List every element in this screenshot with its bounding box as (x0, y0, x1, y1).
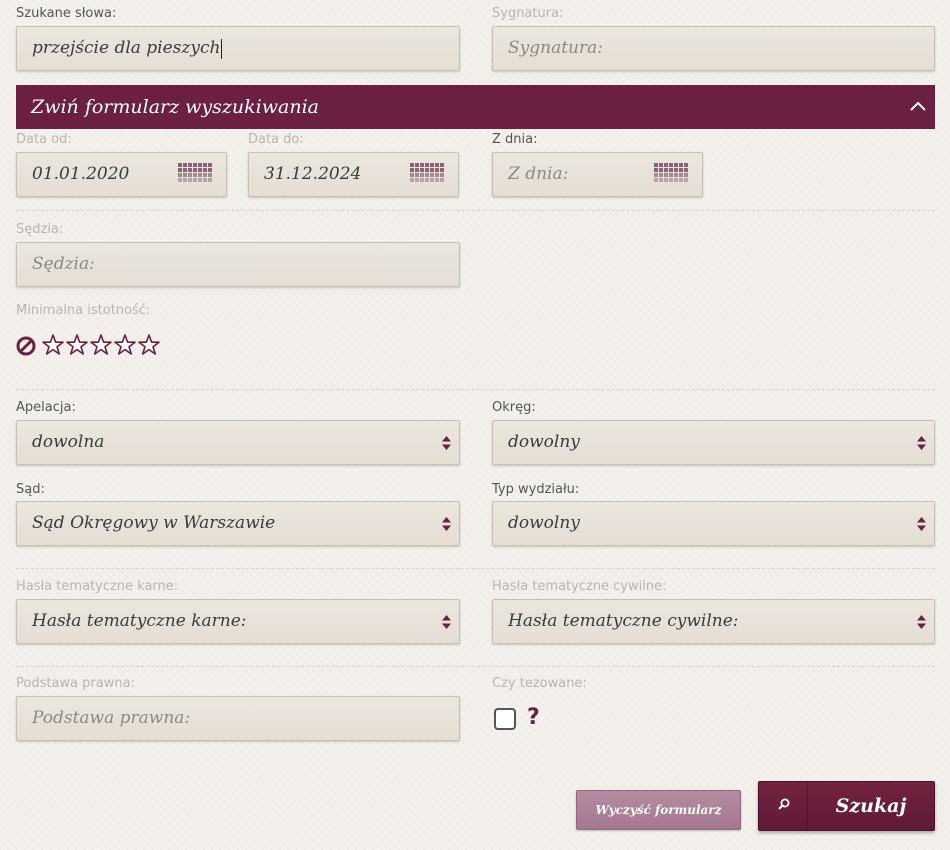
relevance-label: Minimalna istotność: (16, 303, 151, 318)
calendar-icon[interactable] (410, 163, 446, 187)
help-icon[interactable]: ? (527, 704, 540, 732)
chevron-up-icon[interactable] (909, 99, 927, 113)
signature-placeholder: Sygnatura: (508, 38, 603, 58)
date-to-value: 31.12.2024 (264, 164, 362, 184)
court-label: Sąd: (16, 482, 45, 497)
calendar-icon[interactable] (178, 163, 214, 187)
district-select[interactable]: dowolny (492, 420, 935, 465)
search-button[interactable]: Szukaj (758, 781, 935, 831)
select-arrows-icon (442, 615, 451, 629)
criminal-topics-select-value: Hasła tematyczne karne: (32, 611, 247, 631)
section-divider (16, 568, 935, 569)
legal-basis-placeholder: Podstawa prawna: (32, 708, 191, 728)
calendar-icon[interactable] (654, 163, 690, 187)
division-type-label: Typ wydziału: (492, 482, 580, 497)
select-arrows-icon (917, 615, 926, 629)
select-arrows-icon (442, 517, 451, 531)
date-day-input[interactable]: Z dnia: (492, 152, 703, 197)
section-divider (16, 666, 935, 667)
select-arrows-icon (442, 436, 451, 450)
date-from-input[interactable]: 01.01.2020 (16, 152, 227, 197)
civil-topics-select-value: Hasła tematyczne cywilne: (508, 611, 739, 631)
court-select-value: Sąd Okręgowy w Warszawie (32, 513, 276, 533)
select-arrows-icon (917, 517, 926, 531)
star-outline-icon[interactable] (113, 333, 137, 357)
appeal-select-value: dowolna (32, 432, 105, 452)
keywords-input-value: przejście dla pieszych (32, 38, 221, 58)
district-select-value: dowolny (508, 432, 580, 452)
clear-form-button[interactable]: Wyczyść formularz (576, 790, 741, 830)
search-button-label: Szukaj (835, 795, 907, 817)
signature-label: Sygnatura: (492, 6, 564, 21)
section-divider (16, 210, 935, 211)
date-from-label: Data od: (16, 132, 72, 147)
date-day-placeholder: Z dnia: (508, 164, 569, 184)
date-to-input[interactable]: 31.12.2024 (248, 152, 459, 197)
theses-label: Czy tezowane: (492, 676, 587, 691)
legal-basis-input[interactable]: Podstawa prawna: (16, 696, 460, 741)
civil-topics-select[interactable]: Hasła tematyczne cywilne: (492, 599, 935, 644)
keywords-input[interactable]: przejście dla pieszych (16, 26, 460, 71)
civil-topics-label: Hasła tematyczne cywilne: (492, 579, 667, 594)
text-caret (221, 38, 223, 59)
star-outline-icon[interactable] (89, 333, 113, 357)
judge-label: Sędzia: (16, 222, 64, 237)
judge-input[interactable]: Sędzia: (16, 242, 460, 287)
search-icon (778, 798, 790, 810)
district-label: Okręg: (492, 400, 536, 415)
theses-checkbox[interactable] (494, 708, 516, 730)
select-arrows-icon (917, 436, 926, 450)
date-to-label: Data do: (248, 132, 304, 147)
criminal-topics-select[interactable]: Hasła tematyczne karne: (16, 599, 460, 644)
division-type-select[interactable]: dowolny (492, 501, 935, 546)
appeal-label: Apelacja: (16, 400, 76, 415)
division-type-select-value: dowolny (508, 513, 580, 533)
no-entry-icon[interactable] (16, 333, 38, 361)
section-divider (16, 389, 935, 390)
legal-basis-label: Podstawa prawna: (16, 676, 135, 691)
star-outline-icon[interactable] (41, 333, 65, 357)
star-outline-icon[interactable] (137, 333, 161, 357)
court-select[interactable]: Sąd Okręgowy w Warszawie (16, 501, 460, 546)
judge-placeholder: Sędzia: (32, 254, 95, 274)
criminal-topics-label: Hasła tematyczne karne: (16, 579, 179, 594)
appeal-select[interactable]: dowolna (16, 420, 460, 465)
date-from-value: 01.01.2020 (32, 164, 130, 184)
date-day-label: Z dnia: (492, 132, 538, 147)
relevance-rating (16, 333, 166, 357)
collapse-form-label: Zwiń formularz wyszukiwania (31, 96, 319, 118)
collapse-form-bar[interactable]: Zwiń formularz wyszukiwania (16, 85, 935, 129)
keywords-label: Szukane słowa: (16, 6, 117, 21)
star-outline-icon[interactable] (65, 333, 89, 357)
signature-input[interactable]: Sygnatura: (492, 26, 935, 71)
